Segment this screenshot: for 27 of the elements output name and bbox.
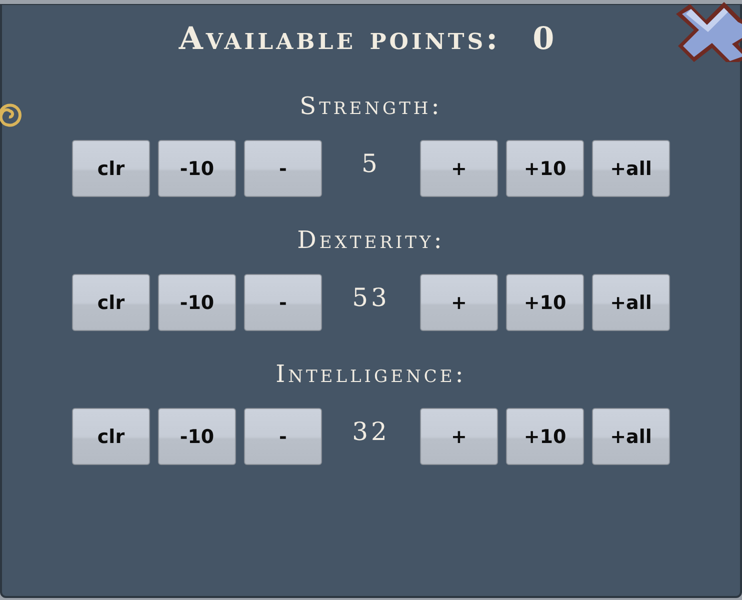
adjust-button[interactable]: - <box>244 274 322 331</box>
adjust-button[interactable]: clr <box>72 274 150 331</box>
adjust-button[interactable]: -10 <box>158 140 236 197</box>
adjust-button[interactable]: +10 <box>506 408 584 465</box>
adjust-button[interactable]: clr <box>72 140 150 197</box>
stat-value: 53 <box>351 283 391 312</box>
adjust-button[interactable]: +all <box>592 274 670 331</box>
adjust-button[interactable]: +all <box>592 140 670 197</box>
adjust-button[interactable]: +10 <box>506 140 584 197</box>
available-points-value: 0 <box>532 22 558 56</box>
stat-name: Dexterity: <box>297 226 445 254</box>
adjust-button[interactable]: -10 <box>158 274 236 331</box>
adjust-button[interactable]: +all <box>592 408 670 465</box>
adjust-button[interactable]: +10 <box>506 274 584 331</box>
spiral-icon <box>0 101 22 129</box>
stat-name: Strength: <box>300 92 442 120</box>
adjust-button[interactable]: + <box>420 140 498 197</box>
adjust-button[interactable]: + <box>420 408 498 465</box>
stat-value: 5 <box>360 149 382 178</box>
adjust-button[interactable]: - <box>244 408 322 465</box>
stat-name: Intelligence: <box>276 360 466 388</box>
available-points-label: Available points: <box>178 22 501 56</box>
adjust-button[interactable]: -10 <box>158 408 236 465</box>
adjust-button[interactable]: clr <box>72 408 150 465</box>
stat-value: 32 <box>351 417 391 446</box>
adjust-button[interactable]: + <box>420 274 498 331</box>
adjust-button[interactable]: - <box>244 140 322 197</box>
